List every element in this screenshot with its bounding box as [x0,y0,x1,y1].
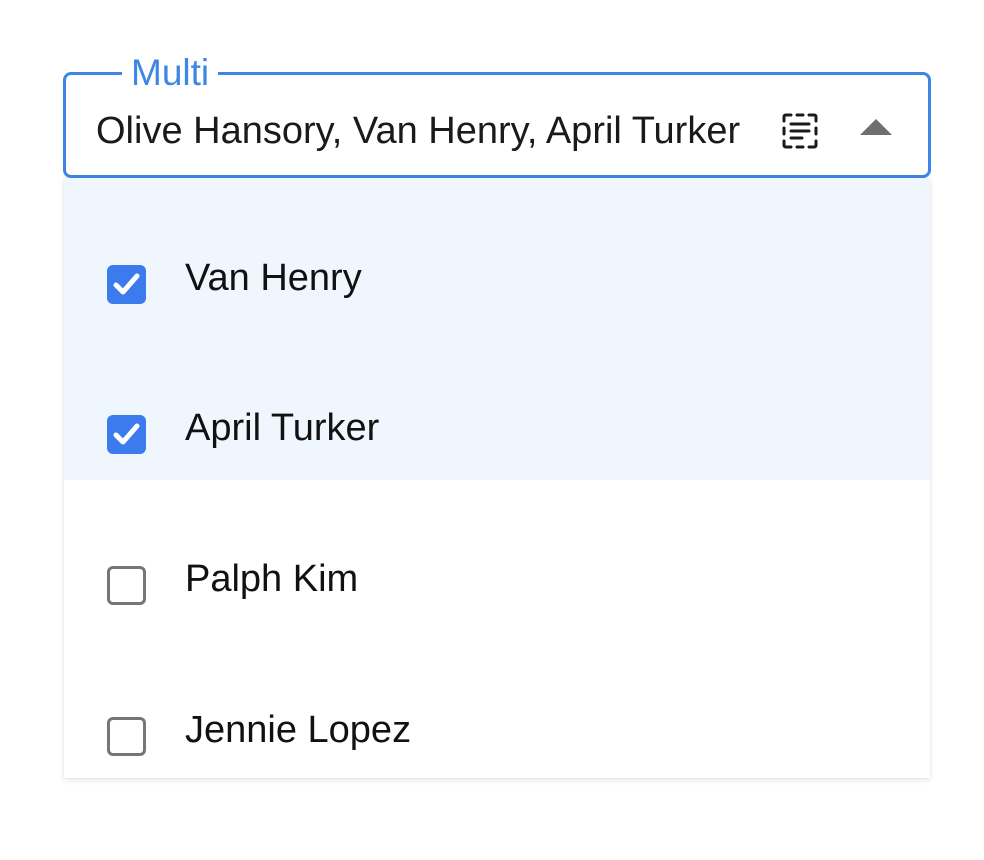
caret-up-icon[interactable] [858,115,894,139]
selected-values[interactable]: Olive Hansory, Van Henry, April Turker [96,109,761,153]
checkbox-checked[interactable] [107,415,146,454]
option-label: Van Henry [185,257,362,299]
option-van-henry[interactable]: Van Henry [64,178,930,329]
option-label: April Turker [185,407,380,449]
option-palph-kim[interactable]: Palph Kim [64,505,930,656]
options-dropdown-menu: Van Henry April Turker Palph Kim Jennie … [64,178,930,778]
option-label: Jennie Lopez [185,709,412,751]
option-label: Palph Kim [185,558,359,600]
check-icon [113,423,140,445]
checkbox-unchecked[interactable] [107,566,146,605]
text-scan-icon[interactable] [780,111,820,151]
multi-select-field[interactable]: Multi Olive Hansory, Van Henry, April Tu… [63,53,931,178]
checkbox-unchecked[interactable] [107,717,146,756]
check-icon [113,273,140,295]
option-april-turker[interactable]: April Turker [64,329,930,480]
checkbox-checked[interactable] [107,265,146,304]
option-jennie-lopez[interactable]: Jennie Lopez [64,656,930,807]
field-label: Multi [122,53,219,93]
